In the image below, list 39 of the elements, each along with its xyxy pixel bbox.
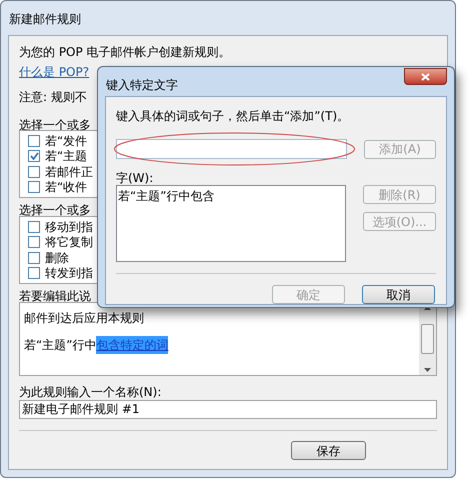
checkbox[interactable]	[28, 267, 40, 280]
scroll-thumb[interactable]	[421, 324, 434, 354]
checkbox[interactable]	[28, 181, 40, 194]
scroll-down-icon[interactable]	[424, 368, 431, 372]
check-icon	[30, 152, 38, 160]
dialog-title: 键入特定文字	[105, 77, 178, 94]
help-link[interactable]: 什么是 POP?	[19, 61, 90, 83]
condition-link[interactable]: 包含特定的词	[96, 336, 168, 354]
checkbox-label: 将它复制	[45, 234, 93, 252]
name-label: 为此规则输入一个名称(N):	[19, 384, 162, 397]
checkbox-label: 移动到指	[45, 218, 93, 236]
intro-text: 为您的 POP 电子邮件帐户创建新规则。	[19, 44, 232, 61]
checkbox[interactable]	[28, 134, 40, 147]
checkbox[interactable]	[28, 150, 40, 162]
window-title: 新建邮件规则	[8, 11, 82, 28]
checkbox-label: 若“发件	[45, 132, 88, 150]
note-text: 注意: 规则不	[19, 89, 87, 105]
checkbox-label: 若“收件	[45, 179, 88, 196]
checkbox[interactable]	[28, 252, 40, 264]
checkbox[interactable]	[28, 236, 40, 248]
dialog-button[interactable]: 取消	[362, 285, 435, 304]
close-button[interactable]	[404, 68, 447, 85]
actions-label: 选择一个或多	[19, 202, 91, 216]
word-field[interactable]	[116, 139, 347, 159]
prompt-text: 键入具体的词或句子，然后单击“添加”(T)。	[116, 108, 350, 125]
checkbox-label: 转发到指	[45, 265, 93, 282]
save-button[interactable]: 保存	[291, 441, 366, 460]
checkbox-label: 若邮件正	[45, 164, 93, 181]
checkbox-label: 若“主题	[45, 148, 88, 166]
name-field[interactable]: 新建电子邮件规则 #1	[19, 400, 437, 419]
words-label: 字(W):	[116, 170, 154, 185]
checkbox-label: 删除	[45, 250, 69, 267]
description-line: 若“主题”行中	[24, 337, 96, 354]
description-label: 若要编辑此说	[19, 288, 91, 302]
checkbox[interactable]	[28, 220, 40, 233]
description-line: 邮件到达后应用本规则	[24, 310, 144, 327]
word-item[interactable]: 若“主题”行中包含	[117, 186, 345, 205]
close-icon	[421, 72, 430, 80]
checkbox[interactable]	[28, 166, 40, 178]
